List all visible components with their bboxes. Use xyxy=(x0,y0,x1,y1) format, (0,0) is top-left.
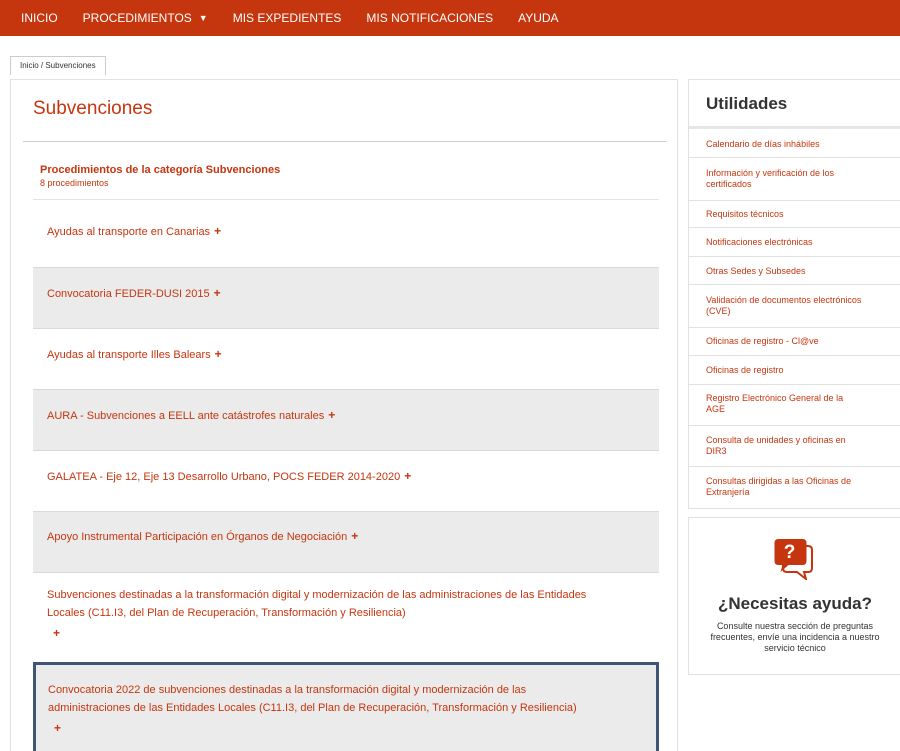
utility-link-extranjeria[interactable]: Consultas dirigidas a las Oficinas de Ext… xyxy=(689,476,900,498)
utility-link-requisitos[interactable]: Requisitos técnicos xyxy=(689,209,900,220)
utility-link-label: Requisitos técnicos xyxy=(706,209,784,219)
expand-plus-icon[interactable]: + xyxy=(328,408,335,422)
procedure-title: Convocatoria FEDER-DUSI 2015 xyxy=(47,288,210,300)
utility-link-label: Oficinas de registro xyxy=(706,365,784,375)
help-text-line: servicio técnico xyxy=(764,643,826,653)
utility-link-label: Oficinas de registro - Cl@ve xyxy=(706,336,819,346)
expand-plus-icon[interactable]: + xyxy=(215,347,222,361)
help-text: Consulte nuestra sección de preguntas fr… xyxy=(693,621,897,654)
utility-link-label: Registro Electrónico General de la xyxy=(706,393,844,403)
procedure-item-selected[interactable]: Convocatoria 2022 de subvenciones destin… xyxy=(33,662,659,751)
nav-procedimientos-label: PROCEDIMIENTOS xyxy=(82,11,192,25)
nav-inicio-label: INICIO xyxy=(21,11,58,25)
procedure-title: Ayudas al transporte Illes Balears xyxy=(47,349,211,361)
help-panel: ? ¿Necesitas ayuda? Consulte nuestra sec… xyxy=(688,517,900,675)
utility-link-label: Información y verificación de los xyxy=(706,168,835,178)
procedure-item[interactable]: GALATEA - Eje 12, Eje 13 Desarrollo Urba… xyxy=(33,451,659,511)
help-text-line: Consulte nuestra sección de preguntas xyxy=(716,621,874,631)
utility-link-dir3[interactable]: Consulta de unidades y oficinas en DIR3 xyxy=(689,435,900,457)
utility-link-validacion-cve[interactable]: Validación de documentos electrónicos (CV… xyxy=(689,295,900,317)
nav-mis-notificaciones-label: MIS NOTIFICACIONES xyxy=(366,11,494,25)
utility-link-label: Validación de documentos electrónicos xyxy=(706,295,862,305)
utility-link-oficinas-registro[interactable]: Oficinas de registro xyxy=(689,365,900,376)
main-panel: Subvenciones Procedimientos de la catego… xyxy=(10,79,678,751)
help-chat-icon[interactable]: ? xyxy=(774,538,814,580)
procedure-item[interactable]: Apoyo Instrumental Participación en Órga… xyxy=(33,512,659,572)
utility-divider xyxy=(689,256,900,257)
title-divider xyxy=(23,141,667,142)
help-chat-glyph: ? xyxy=(784,542,796,563)
expand-plus-icon[interactable]: + xyxy=(214,224,221,238)
procedure-title-line: Convocatoria 2022 de subvenciones destin… xyxy=(48,684,527,696)
category-title: Procedimientos de la categoría Subvencio… xyxy=(40,164,281,176)
nav-mis-expedientes-label: MIS EXPEDIENTES xyxy=(232,11,342,25)
category-header: Procedimientos de la categoría Subvencio… xyxy=(40,164,280,188)
procedure-item[interactable]: AURA - Subvenciones a EELL ante catástro… xyxy=(33,390,659,450)
utility-link-label: AGE xyxy=(706,404,726,414)
utility-link-label: Consulta de unidades y oficinas en xyxy=(706,435,846,445)
utility-link-label: Notificaciones electrónicas xyxy=(706,237,813,247)
utility-link-registro-age[interactable]: Registro Electrónico General de la AGE xyxy=(689,393,900,415)
utilities-panel: Utilidades Calendario de días inhábiles … xyxy=(688,79,900,509)
breadcrumb[interactable]: Inicio / Subvenciones xyxy=(10,56,106,75)
nav-ayuda[interactable]: AYUDA xyxy=(518,11,558,25)
procedure-title-line: administraciones de las Entidades Locale… xyxy=(48,702,577,714)
utilities-title: Utilidades xyxy=(706,94,788,113)
utility-divider xyxy=(689,200,900,201)
procedure-item[interactable]: Ayudas al transporte Illes Balears + xyxy=(33,329,659,389)
utility-link-calendario[interactable]: Calendario de días inhábiles xyxy=(689,139,900,150)
utility-divider xyxy=(689,227,900,228)
expand-plus-icon[interactable]: + xyxy=(54,721,61,735)
category-count: 8 procedimientos xyxy=(40,178,109,188)
utility-link-label: DIR3 xyxy=(706,446,727,456)
procedure-title: GALATEA - Eje 12, Eje 13 Desarrollo Urba… xyxy=(47,471,401,483)
nav-ayuda-label: AYUDA xyxy=(518,11,559,25)
utility-divider xyxy=(689,466,900,467)
procedure-title: Apoyo Instrumental Participación en Órga… xyxy=(47,531,348,543)
nav-inicio[interactable]: INICIO xyxy=(21,11,58,25)
expand-plus-icon[interactable]: + xyxy=(404,469,411,483)
utility-link-oficinas-clave[interactable]: Oficinas de registro - Cl@ve xyxy=(689,336,900,347)
utilities-title-divider xyxy=(689,126,900,129)
utility-link-label: Otras Sedes y Subsedes xyxy=(706,266,806,276)
help-text-line: frecuentes, envíe una incidencia a nuest… xyxy=(710,632,880,642)
help-title: ¿Necesitas ayuda? xyxy=(717,594,872,613)
utility-divider xyxy=(689,384,900,385)
utility-link-label: Extranjería xyxy=(706,487,750,497)
procedure-title-line: Locales (C11.I3, del Plan de Recuperació… xyxy=(47,607,406,619)
procedure-title-line: Subvenciones destinadas a la transformac… xyxy=(47,589,587,601)
chevron-down-icon: ▼ xyxy=(198,13,208,23)
utility-link-notificaciones[interactable]: Notificaciones electrónicas xyxy=(689,237,900,248)
utility-link-label: Calendario de días inhábiles xyxy=(706,139,820,149)
utility-link-otras-sedes[interactable]: Otras Sedes y Subsedes xyxy=(689,266,900,277)
expand-plus-icon[interactable]: + xyxy=(53,626,60,640)
procedure-item[interactable]: Convocatoria FEDER-DUSI 2015 + xyxy=(33,268,659,328)
expand-plus-icon[interactable]: + xyxy=(351,529,358,543)
procedure-title: Ayudas al transporte en Canarias xyxy=(47,226,211,238)
utility-divider xyxy=(689,355,900,356)
utility-link-label: Consultas dirigidas a las Oficinas de xyxy=(706,476,852,486)
nav-mis-expedientes[interactable]: MIS EXPEDIENTES xyxy=(233,11,342,25)
utility-link-informacion-certificados[interactable]: Información y verificación de los certifi… xyxy=(689,168,900,190)
procedure-item[interactable]: Subvenciones destinadas a la transformac… xyxy=(33,573,659,658)
procedure-title: AURA - Subvenciones a EELL ante catástro… xyxy=(47,410,325,422)
expand-plus-icon[interactable]: + xyxy=(214,286,221,300)
top-navigation: INICIO PROCEDIMIENTOS ▼ MIS EXPEDIENTES M… xyxy=(0,0,900,36)
utility-link-label: certificados xyxy=(706,179,752,189)
procedure-item[interactable]: Ayudas al transporte en Canarias + xyxy=(33,200,659,267)
nav-mis-notificaciones[interactable]: MIS NOTIFICACIONES xyxy=(366,11,493,25)
utility-link-label: (CVE) xyxy=(706,306,731,316)
utility-divider xyxy=(689,157,900,158)
utility-divider xyxy=(689,284,900,285)
page-title: Subvenciones xyxy=(33,98,153,119)
utility-divider xyxy=(689,425,900,426)
nav-procedimientos[interactable]: PROCEDIMIENTOS ▼ xyxy=(83,11,208,25)
utility-divider xyxy=(689,327,900,328)
